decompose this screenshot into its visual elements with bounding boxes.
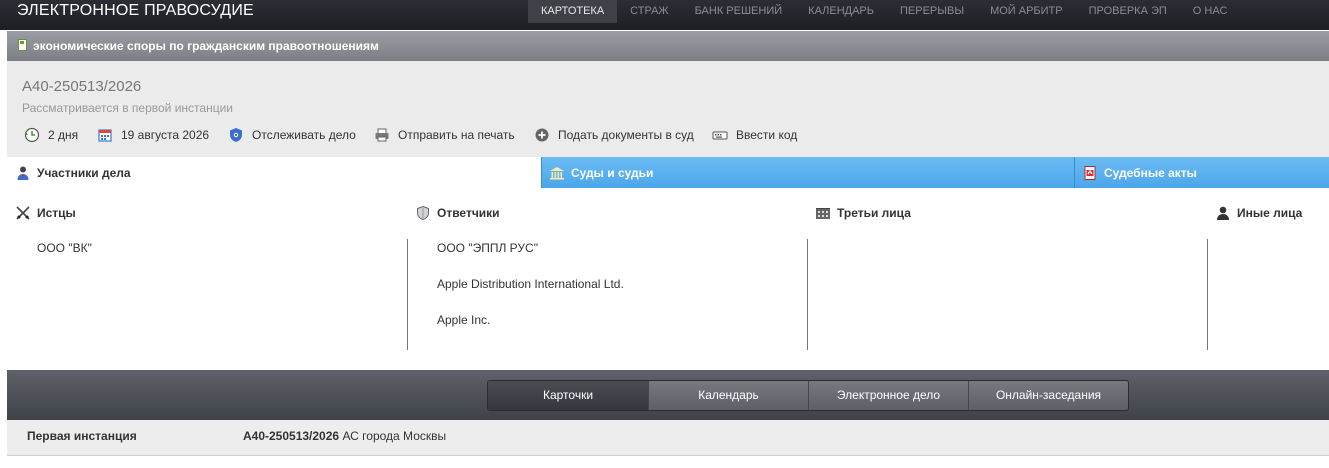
case-category-bar: экономические споры по гражданским право… — [7, 31, 1329, 61]
list-item[interactable]: ООО "ЭППЛ РУС" — [437, 239, 807, 275]
tab-acts-label: Судебные акты — [1104, 165, 1197, 180]
enter-code-text: Ввести код — [736, 128, 798, 142]
print-text: Отправить на печать — [398, 128, 515, 142]
other-parties-title: Иные лица — [1237, 206, 1303, 220]
case-tabs: Участники дела Суды и судьи Судебные акт… — [7, 157, 1329, 188]
tab-courts-label: Суды и судьи — [571, 165, 654, 180]
duration-text: 2 дня — [48, 128, 79, 142]
third-parties-heading: Третьи лица — [815, 205, 911, 221]
keyboard-icon — [712, 127, 728, 143]
main-nav: КАРТОТЕКА СТРАЖ БАНК РЕШЕНИЙ КАЛЕНДАРЬ П… — [528, 0, 1240, 30]
submit-documents-link[interactable]: Подать документы в суд — [534, 127, 694, 143]
case-actions: 2 дня 19 августа 2026 Отслеживать дело О… — [7, 127, 1329, 143]
track-case-text: Отслеживать дело — [252, 128, 356, 142]
other-parties-list — [1207, 239, 1329, 350]
case-status: Рассматривается в первой инстанции — [22, 101, 233, 115]
bottom-tabs-bar: Карточки Календарь Электронное дело Онла… — [7, 370, 1329, 420]
defendants-title: Ответчики — [437, 206, 500, 220]
nav-item-bank-resheniy[interactable]: БАНК РЕШЕНИЙ — [682, 0, 796, 23]
instance-label: Первая инстанция — [27, 429, 137, 443]
submit-documents-text: Подать документы в суд — [558, 128, 694, 142]
top-navigation-bar: ЭЛЕКТРОННОЕ ПРАВОСУДИЕ КАРТОТЕКА СТРАЖ Б… — [0, 0, 1329, 30]
nav-item-strazh[interactable]: СТРАЖ — [617, 0, 681, 23]
case-category: экономические споры по гражданским право… — [33, 39, 379, 53]
date-text: 19 августа 2026 — [121, 128, 210, 142]
nav-item-kartoteka[interactable]: КАРТОТЕКА — [528, 0, 618, 23]
other-parties-heading: Иные лица — [1215, 205, 1302, 221]
defendants-list: ООО "ЭППЛ РУС" Apple Distribution Intern… — [407, 239, 807, 350]
tab-courts[interactable]: Суды и судьи — [541, 157, 1074, 188]
tab-participants-label: Участники дела — [37, 165, 131, 180]
case-header: А40-250513/2026 Рассматривается в первой… — [7, 61, 1329, 157]
plaintiffs-title: Истцы — [37, 206, 76, 220]
plaintiffs-list: ООО "ВК" — [37, 239, 407, 350]
nav-item-proverka-ep[interactable]: ПРОВЕРКА ЭП — [1076, 0, 1180, 23]
print-link[interactable]: Отправить на печать — [374, 127, 515, 143]
nav-item-kalendar[interactable]: КАЛЕНДАРЬ — [795, 0, 887, 23]
view-switcher: Карточки Календарь Электронное дело Онла… — [487, 380, 1129, 411]
courthouse-icon — [549, 165, 565, 181]
plus-circle-icon — [534, 127, 550, 143]
shield-icon — [415, 205, 431, 221]
shield-eye-icon — [228, 127, 244, 143]
printer-icon — [374, 127, 390, 143]
building-icon — [815, 205, 831, 221]
duration-indicator: 2 дня — [24, 127, 78, 143]
date-indicator: 19 августа 2026 — [97, 127, 209, 143]
instance-row[interactable]: Первая инстанция А40-250513/2026 АС горо… — [7, 420, 1329, 456]
third-parties-title: Третьи лица — [837, 206, 911, 220]
nav-item-pereryvy[interactable]: ПЕРЕРЫВЫ — [887, 0, 977, 23]
clock-icon — [24, 127, 40, 143]
pdf-icon — [1082, 165, 1098, 181]
tab-acts[interactable]: Судебные акты — [1074, 157, 1329, 188]
instance-case: А40-250513/2026 АС города Москвы — [243, 429, 446, 443]
list-item[interactable]: ООО "ВК" — [37, 239, 407, 275]
nav-item-moy-arbitr[interactable]: МОЙ АРБИТР — [977, 0, 1076, 23]
site-brand[interactable]: ЭЛЕКТРОННОЕ ПРАВОСУДИЕ — [17, 2, 254, 20]
tab-calendar[interactable]: Календарь — [648, 381, 808, 410]
calendar-icon — [97, 127, 113, 143]
list-item[interactable]: Apple Inc. — [437, 311, 807, 347]
instance-court: АС города Москвы — [342, 429, 447, 443]
person-icon — [15, 165, 31, 181]
instance-case-number: А40-250513/2026 — [243, 429, 340, 443]
defendants-heading: Ответчики — [415, 205, 500, 221]
tab-electronic-case[interactable]: Электронное дело — [808, 381, 968, 410]
enter-code-link[interactable]: Ввести код — [712, 127, 797, 143]
tab-online-hearings[interactable]: Онлайн-заседания — [968, 381, 1128, 410]
tab-cards[interactable]: Карточки — [488, 381, 648, 410]
document-icon — [18, 39, 27, 51]
track-case-link[interactable]: Отслеживать дело — [228, 127, 356, 143]
plaintiffs-heading: Истцы — [15, 205, 76, 221]
tab-participants[interactable]: Участники дела — [7, 157, 541, 188]
case-number: А40-250513/2026 — [22, 78, 142, 95]
crossed-swords-icon — [15, 205, 31, 221]
third-parties-list — [807, 239, 1207, 350]
user-icon — [1215, 205, 1231, 221]
nav-item-o-nas[interactable]: О НАС — [1180, 0, 1241, 23]
list-item[interactable]: Apple Distribution International Ltd. — [437, 275, 807, 311]
